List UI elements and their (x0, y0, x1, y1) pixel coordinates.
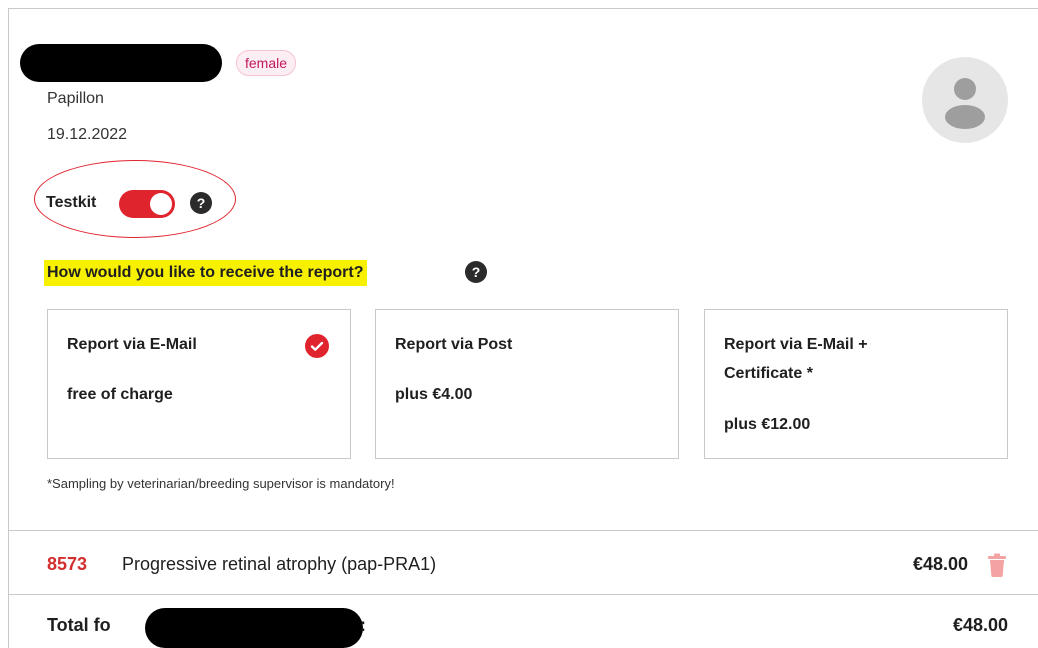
option-price: plus €4.00 (395, 386, 473, 403)
testkit-help-icon[interactable]: ? (190, 192, 212, 214)
report-help-icon[interactable]: ? (465, 261, 487, 283)
testkit-label: Testkit (46, 194, 97, 211)
testkit-toggle[interactable] (119, 190, 175, 218)
option-price: free of charge (67, 386, 173, 403)
checkmark-icon (305, 334, 329, 358)
report-option-email-certificate[interactable]: Report via E-Mail + Certificate * plus €… (704, 309, 1008, 459)
option-title: Report via Post (395, 336, 513, 353)
report-option-email[interactable]: Report via E-Mail free of charge (47, 309, 351, 459)
total-colon: : (360, 615, 366, 635)
report-option-post[interactable]: Report via Post plus €4.00 (375, 309, 679, 459)
animal-breed: Papillon (47, 90, 104, 107)
total-price: €48.00 (952, 615, 1008, 635)
test-price: €48.00 (912, 554, 968, 574)
gender-badge: female (236, 50, 297, 76)
trash-icon[interactable] (987, 553, 1007, 577)
toggle-knob (150, 193, 172, 215)
option-title: Report via E-Mail + Certificate * (724, 336, 868, 382)
test-code: 8573 (47, 554, 88, 574)
option-price: plus €12.00 (724, 416, 811, 433)
user-avatar-icon (945, 78, 985, 129)
divider (9, 530, 1038, 531)
divider (9, 594, 1038, 595)
redacted-total-name (145, 608, 363, 648)
sampling-footnote: *Sampling by veterinarian/breeding super… (47, 476, 395, 491)
option-title: Report via E-Mail (67, 336, 197, 353)
report-question: How would you like to receive the report… (44, 260, 367, 286)
test-name: Progressive retinal atrophy (pap-PRA1) (122, 554, 437, 574)
animal-date: 19.12.2022 (47, 126, 128, 143)
redacted-animal-name (20, 44, 222, 82)
avatar (922, 57, 1008, 143)
total-label: Total fo (47, 615, 111, 635)
